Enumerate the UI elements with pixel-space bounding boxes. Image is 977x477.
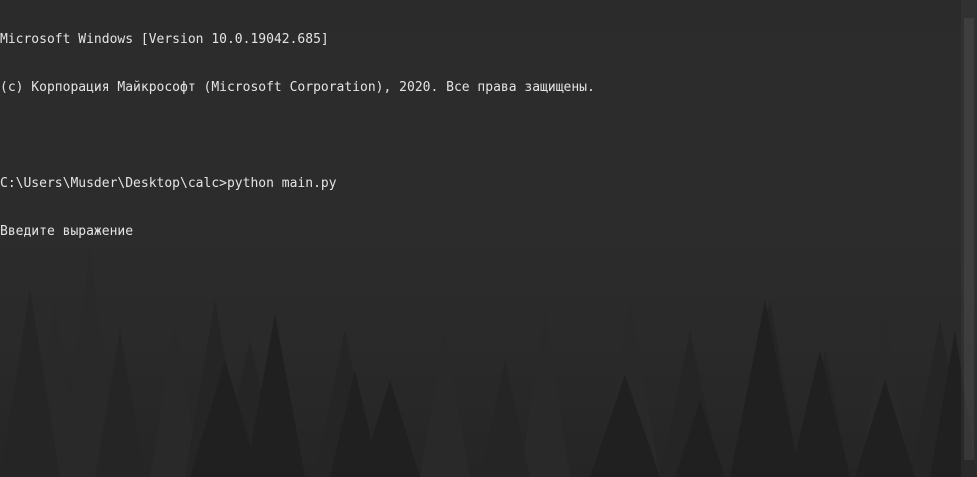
- console-line-version: Microsoft Windows [Version 10.0.19042.68…: [0, 32, 329, 47]
- console-line-blank: [0, 128, 957, 144]
- scrollbar-thumb[interactable]: [964, 18, 974, 460]
- console-line-command[interactable]: C:\Users\Musder\Desktop\calc>python main…: [0, 176, 957, 192]
- console-window[interactable]: Microsoft Windows [Version 10.0.19042.68…: [0, 0, 977, 477]
- console-line-prompt[interactable]: Введите выражение: [0, 224, 957, 240]
- console-line-copyright: (c) Корпорация Майкрософт (Microsoft Cor…: [0, 80, 595, 95]
- vertical-scrollbar[interactable]: [961, 0, 977, 477]
- console-output: Microsoft Windows [Version 10.0.19042.68…: [0, 0, 957, 272]
